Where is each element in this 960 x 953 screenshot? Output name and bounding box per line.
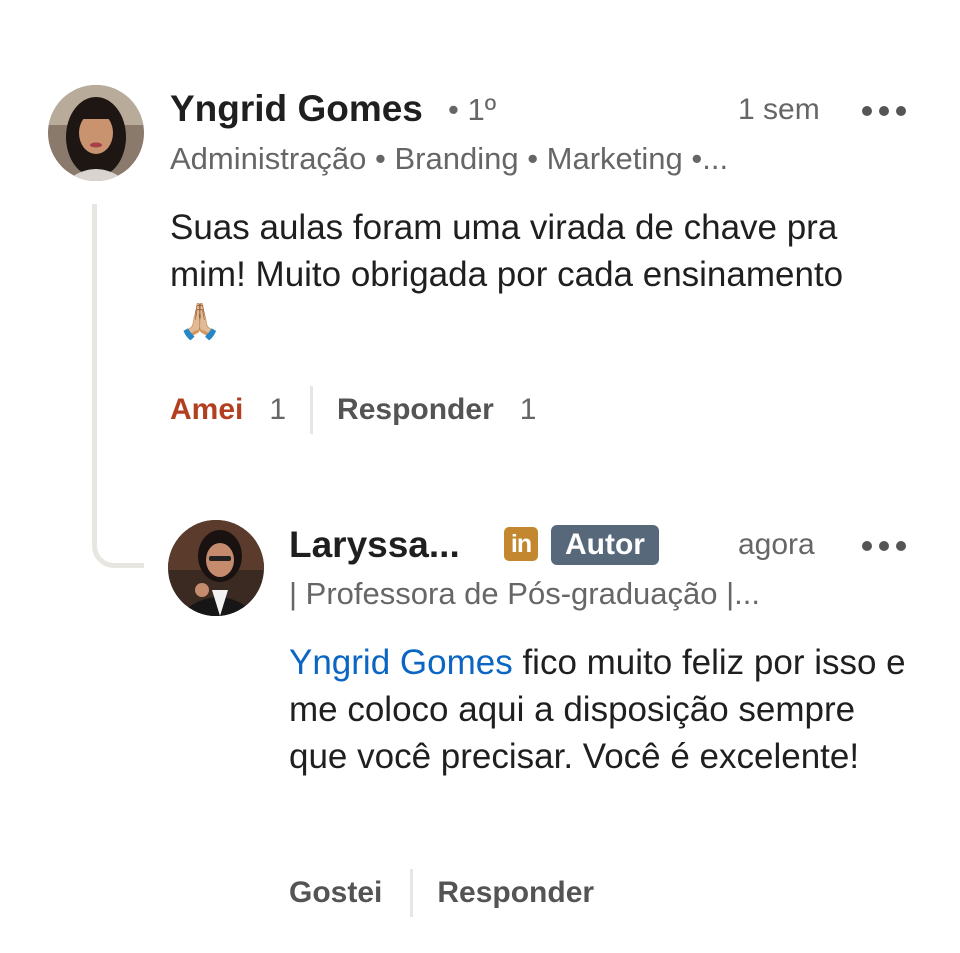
comment-text: Suas aulas foram uma virada de chave pra… bbox=[170, 204, 890, 346]
reply-text: Yngrid Gomes fico muito feliz por isso e… bbox=[289, 639, 909, 780]
folded-hands-emoji: 🙏🏼 bbox=[178, 302, 222, 342]
reply-author-headline: | Professora de Pós-graduação |... bbox=[289, 576, 761, 611]
reply-button[interactable]: Responder bbox=[437, 876, 594, 910]
reaction-count[interactable]: 1 bbox=[269, 393, 286, 427]
more-options-icon[interactable] bbox=[862, 539, 906, 553]
like-button[interactable]: Gostei bbox=[289, 876, 382, 910]
reply-button[interactable]: Responder bbox=[337, 393, 494, 427]
comment-author-headline: Administração • Branding • Marketing •..… bbox=[170, 141, 729, 176]
reply-count: 1 bbox=[519, 393, 537, 426]
thread-connector-line bbox=[92, 204, 144, 568]
action-divider bbox=[410, 869, 414, 917]
author-badge: Autor bbox=[551, 525, 659, 565]
reply-timestamp: agora bbox=[738, 528, 815, 561]
reply-actions: Gostei Responder bbox=[289, 869, 594, 917]
avatar-yngrid[interactable] bbox=[48, 85, 144, 181]
linkedin-icon: in bbox=[504, 527, 538, 561]
love-reaction-button[interactable]: Amei bbox=[170, 393, 243, 427]
mention-link[interactable]: Yngrid Gomes bbox=[289, 643, 513, 682]
comment-text-content: Suas aulas foram uma virada de chave pra… bbox=[170, 208, 844, 294]
more-options-icon[interactable] bbox=[862, 104, 906, 118]
comment-timestamp: 1 sem bbox=[738, 93, 820, 126]
comment-actions: Amei 1 Responder 1 bbox=[170, 386, 536, 434]
reply-author-name[interactable]: Laryssa... bbox=[289, 524, 460, 566]
connection-degree: • 1º bbox=[448, 92, 497, 127]
comment-author-name[interactable]: Yngrid Gomes bbox=[170, 88, 423, 130]
avatar-laryssa[interactable] bbox=[168, 520, 264, 616]
action-divider bbox=[310, 386, 314, 434]
